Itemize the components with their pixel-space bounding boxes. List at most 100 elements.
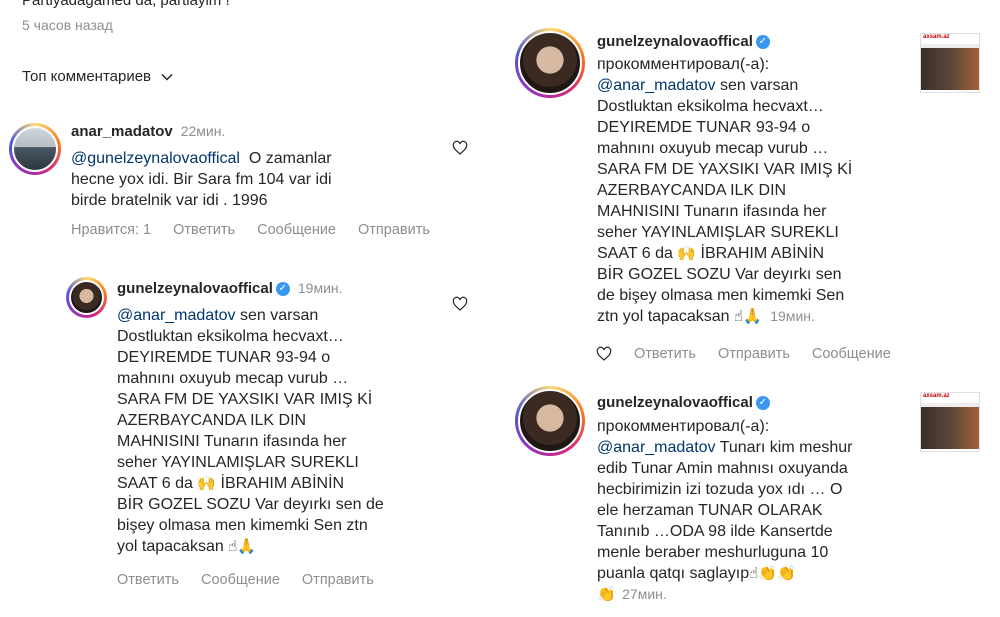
thumbnail-brand: axsam.az (921, 393, 979, 403)
comment-actions: Нравится: 1 Ответить Сообщение Отправить (71, 222, 430, 238)
reply-button[interactable]: Ответить (634, 346, 696, 362)
mention-link[interactable]: @anar_madatov (117, 307, 236, 324)
reply-header: gunelzeynalovaoffical ✓ 19мин. (117, 280, 343, 298)
reply-line: bişey olmasa men kimemki Sen ztn (117, 517, 368, 534)
mention-link[interactable]: @gunelzeynalovaoffical (71, 150, 240, 167)
activity-header: gunelzeynalovaoffical ✓ (597, 394, 770, 412)
heart-icon[interactable] (452, 296, 468, 312)
message-button[interactable]: Сообщение (201, 572, 280, 588)
activity-line: Tunarı kim meshur (719, 439, 853, 456)
reply-line: sen varsan (239, 307, 319, 324)
thumbnail-image (921, 407, 979, 449)
reply-line: mahnını oxuyub mecap vurub … (117, 370, 349, 387)
top-comments-label: Топ комментариев (22, 68, 152, 85)
top-comments-sort[interactable]: Топ комментариев (22, 68, 173, 85)
reply-body: @anar_madatov sen varsan Dostluktan eksi… (117, 305, 447, 557)
activity-time: 19мин. (770, 308, 815, 324)
activity-line: MAHNISINI Tunarın ifasında her (597, 203, 827, 220)
activity-line: menle beraber meshurluguna 10 (597, 544, 829, 561)
heart-icon[interactable] (596, 346, 612, 362)
activity-line: edib Tunar Amin mahnısı oxuyanda (597, 460, 848, 477)
likes-count[interactable]: Нравится: 1 (71, 222, 151, 238)
activity-time: 27мин. (622, 586, 667, 602)
comment-username[interactable]: anar_madatov (71, 123, 173, 140)
activity-line: mahnını oxuyub mecap vurub … (597, 140, 829, 157)
pointing-emoji-icon: ☝ (749, 565, 759, 582)
reply-button[interactable]: Ответить (173, 222, 235, 238)
activity-line: SARA FM DE YAXSIKI VAR IMIŞ Kİ (597, 161, 853, 178)
send-button[interactable]: Отправить (358, 222, 430, 238)
reply-username[interactable]: gunelzeynalovaoffical (117, 280, 273, 297)
thumbnail-brand: axsam.az (921, 34, 979, 44)
avatar-image (518, 31, 582, 95)
reply-line: seher YAYINLAMIŞLAR SUREKLI (117, 454, 359, 471)
activity-line: de bişey olmasa men kimemki Sen (597, 287, 845, 304)
comment-time: 22мин. (180, 123, 226, 139)
reply-line: MAHNISINI Tunarın ifasında her (117, 433, 347, 450)
pointing-emoji-icon: ☝ (733, 308, 744, 325)
previous-comment-text: Partiyadagamed da, partiayim ! (22, 0, 230, 9)
reply-button[interactable]: Ответить (117, 572, 179, 588)
message-button[interactable]: Сообщение (812, 346, 891, 362)
activity-line: seher YAYINLAMIŞLAR SUREKLI (597, 224, 839, 241)
time-ago: 5 часов назад (22, 17, 113, 33)
reply-line: yol tapacaksan (117, 538, 224, 555)
post-thumbnail[interactable]: axsam.az (920, 392, 980, 452)
reply-line: SAAT 6 da (117, 475, 193, 492)
raising-hands-emoji-icon: 🙌 (677, 245, 697, 262)
thumbnail-image (921, 48, 979, 90)
folded-hands-emoji-icon: 🙏 (237, 538, 257, 555)
reply-line: SARA FM DE YAXSIKI VAR IMIŞ Kİ (117, 391, 373, 408)
reply-line: AZERBAYCANDA ILK DIN (117, 412, 307, 429)
activity-actions: Ответить Отправить Сообщение (596, 346, 891, 362)
verified-badge-icon: ✓ (755, 34, 770, 49)
activity-line: İBRAHIM ABİNİN (700, 245, 825, 262)
reply-actions: Ответить Сообщение Отправить (117, 572, 374, 588)
activity-line: Dostluktan eksikolma hecvaxt… (597, 98, 824, 115)
clapping-hands-emoji-icon: 👏 (597, 586, 616, 603)
activity-line: ztn yol tapacaksan (597, 308, 730, 325)
verified-badge-icon: ✓ (755, 395, 770, 410)
activity-line: sen varsan (719, 77, 799, 94)
clapping-hands-emoji-icon: 👏👏 (758, 565, 796, 582)
folded-hands-emoji-icon: 🙏 (743, 308, 762, 325)
avatar-image (12, 126, 58, 172)
reply-line: BİR GOZEL SOZU Var deyırkı sen de (117, 496, 384, 513)
activity-line: Tanınıb …ODA 98 ilde Kansertde (597, 523, 833, 540)
avatar[interactable] (515, 28, 585, 98)
chevron-down-icon (161, 73, 173, 81)
heart-icon[interactable] (452, 140, 468, 156)
activity-line: BİR GOZEL SOZU Var deyırkı sen (597, 266, 842, 283)
comment-body: @gunelzeynalovaoffical O zamanlar hecne … (71, 148, 451, 211)
mention-link[interactable]: @anar_madatov (597, 439, 716, 456)
activity-username[interactable]: gunelzeynalovaoffical (597, 33, 753, 50)
avatar-image (518, 389, 582, 453)
post-thumbnail[interactable]: axsam.az (920, 33, 980, 93)
activity-line: AZERBAYCANDA ILK DIN (597, 182, 787, 199)
avatar-image (69, 280, 104, 315)
activity-action-text: прокомментировал(-а): (597, 56, 770, 73)
comment-line: birde bratelnik var idi . 1996 (71, 192, 268, 209)
comment-header: anar_madatov 22мин. (71, 123, 225, 141)
raising-hands-emoji-icon: 🙌 (197, 475, 217, 492)
reply-line: İBRAHIM ABİNİN (220, 475, 345, 492)
send-button[interactable]: Отправить (302, 572, 374, 588)
reply-line: DEYIREMDE TUNAR 93-94 o (117, 349, 331, 366)
verified-badge-icon: ✓ (275, 281, 290, 296)
mention-link[interactable]: @anar_madatov (597, 77, 716, 94)
activity-body: прокомментировал(-а): @anar_madatov Tuna… (597, 416, 907, 605)
activity-header: gunelzeynalovaoffical ✓ (597, 33, 770, 51)
send-button[interactable]: Отправить (718, 346, 790, 362)
avatar[interactable] (66, 277, 107, 318)
comment-line: hecne yox idi. Bir Sara fm 104 var idi (71, 171, 332, 188)
pointing-emoji-icon: ☝ (228, 538, 238, 555)
reply-time: 19мин. (297, 280, 343, 296)
activity-line: SAAT 6 da (597, 245, 673, 262)
activity-username[interactable]: gunelzeynalovaoffical (597, 394, 753, 411)
activity-line: hecbirimizin izi tozuda yox ıdı … O (597, 481, 843, 498)
activity-line: DEYIREMDE TUNAR 93-94 o (597, 119, 811, 136)
message-button[interactable]: Сообщение (257, 222, 336, 238)
avatar[interactable] (9, 123, 61, 175)
avatar[interactable] (515, 386, 585, 456)
activity-action-text: прокомментировал(-а): (597, 418, 770, 435)
